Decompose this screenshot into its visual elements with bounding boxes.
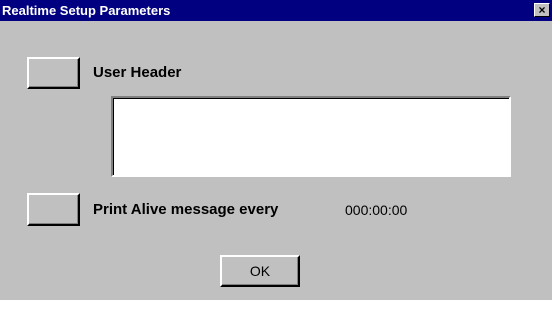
close-button[interactable]: × bbox=[534, 3, 550, 17]
user-header-label: User Header bbox=[93, 64, 182, 81]
close-icon: × bbox=[538, 3, 546, 17]
title-bar[interactable]: Realtime Setup Parameters × bbox=[0, 0, 552, 21]
alive-interval-value[interactable]: 000:00:00 bbox=[345, 201, 407, 219]
print-alive-toggle-button[interactable] bbox=[27, 193, 80, 226]
print-alive-label: Print Alive message every bbox=[93, 201, 279, 218]
ok-button-label: OK bbox=[249, 263, 271, 279]
ok-button[interactable]: OK bbox=[220, 255, 300, 287]
window-title: Realtime Setup Parameters bbox=[2, 3, 171, 18]
dialog-window: Realtime Setup Parameters × User Header … bbox=[0, 0, 552, 300]
user-header-toggle-button[interactable] bbox=[27, 57, 80, 89]
user-header-input[interactable] bbox=[111, 96, 511, 177]
